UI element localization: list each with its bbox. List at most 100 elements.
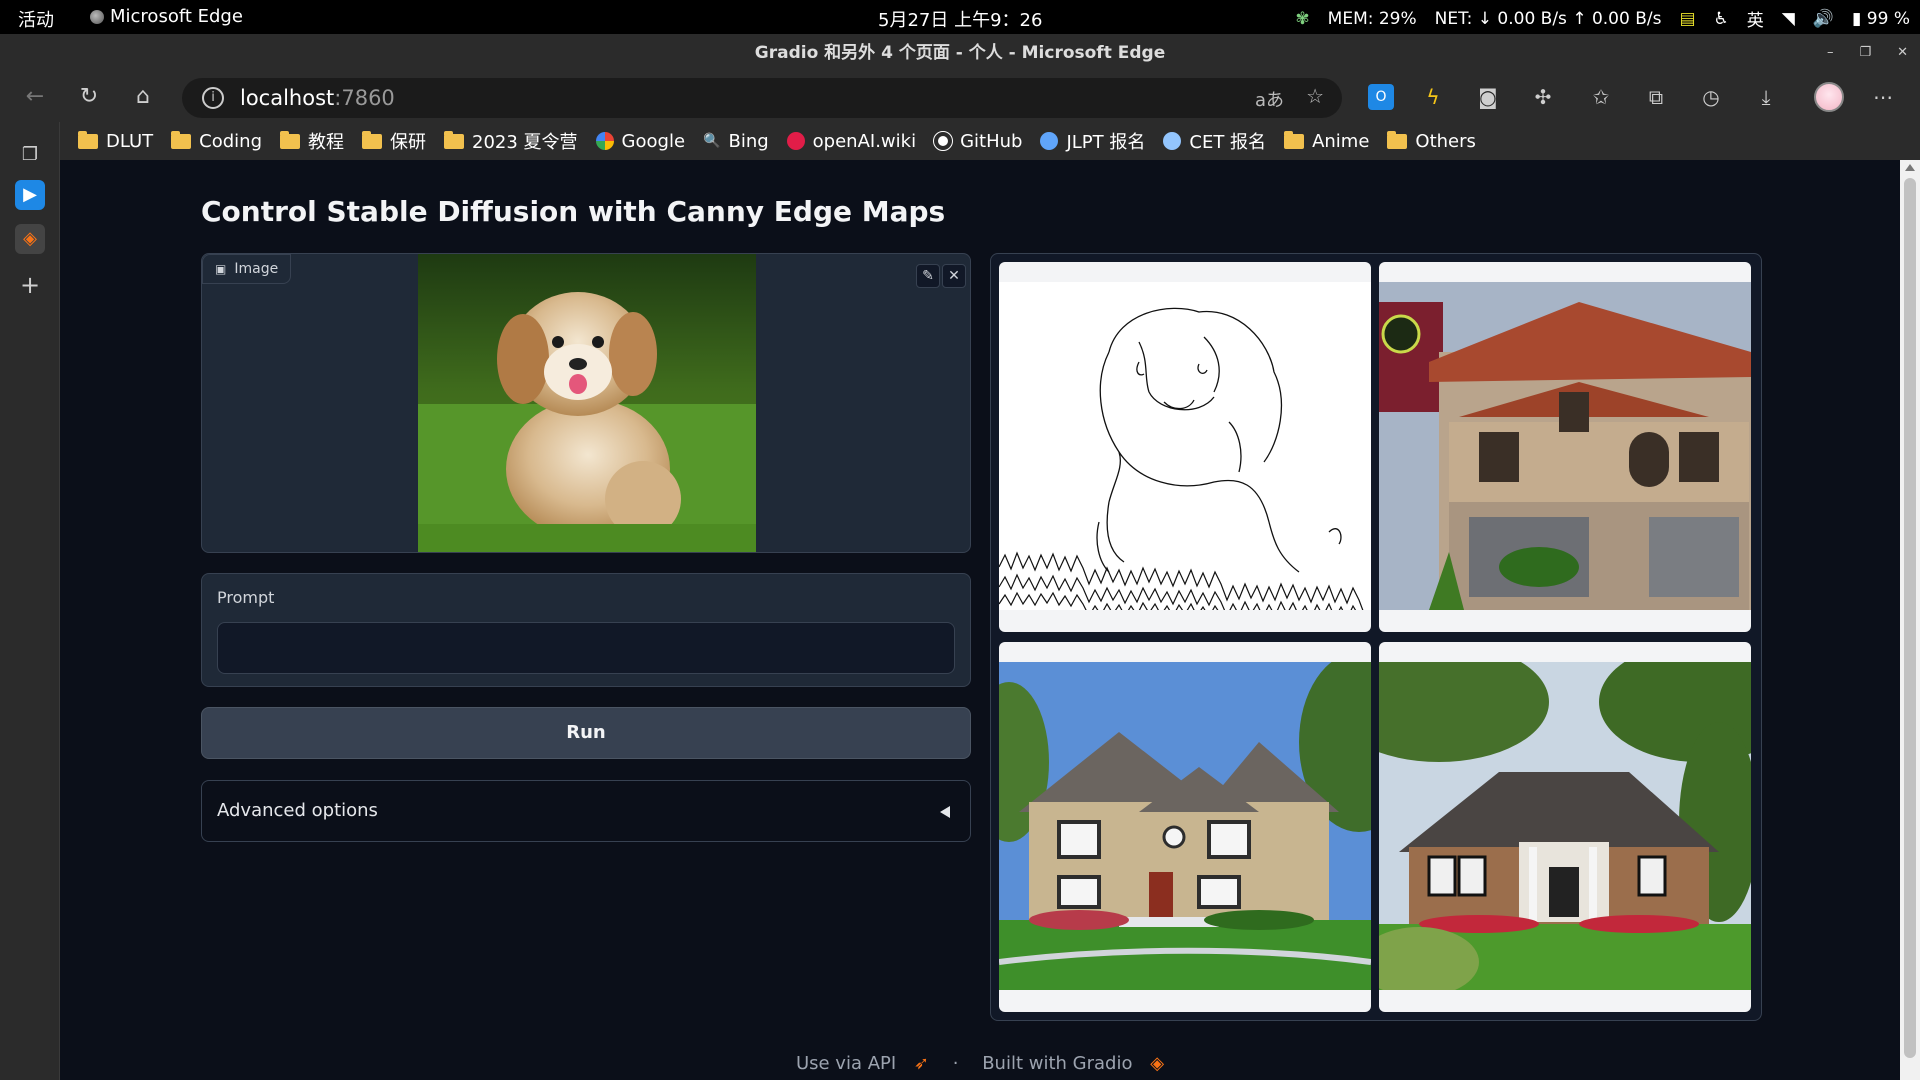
bookmark-label: CET 报名 xyxy=(1189,132,1267,153)
tray-app-icon[interactable]: ✾ xyxy=(1295,9,1309,29)
minimize-icon[interactable]: – xyxy=(1827,34,1834,72)
use-via-api-link[interactable]: Use via API ➶ xyxy=(790,1053,935,1074)
add-favorite-icon[interactable]: ☆ xyxy=(1306,84,1324,108)
folder-icon xyxy=(171,130,192,149)
os-top-bar: 活动 Microsoft Edge 5月27日 上午9：26 ✾ MEM: 29… xyxy=(0,0,1920,34)
extensions-icon[interactable]: ✣ xyxy=(1530,84,1556,110)
home-icon[interactable]: ⌂ xyxy=(128,82,158,112)
gradio-page: Control Stable Diffusion with Canny Edge… xyxy=(60,160,1900,1080)
bing-icon: 🔍 xyxy=(703,133,721,149)
gallery-item-stone-house[interactable] xyxy=(1379,262,1751,632)
bookmark-label: 保研 xyxy=(390,132,427,153)
read-aloud-icon[interactable]: aあ xyxy=(1255,86,1284,112)
brick-house-image xyxy=(1379,662,1751,990)
folder-icon xyxy=(78,130,98,149)
gradio-logo-icon: ◈ xyxy=(1150,1053,1165,1074)
url-text[interactable]: localhost:7860 xyxy=(240,86,395,110)
clear-image-icon[interactable]: ✕ xyxy=(942,264,966,288)
page-scrollbar[interactable] xyxy=(1900,160,1920,1080)
folder-icon xyxy=(1387,130,1408,149)
built-with-gradio-link[interactable]: Built with Gradio ◈ xyxy=(976,1053,1170,1074)
bookmark-label: 2023 夏令营 xyxy=(472,132,578,153)
run-button[interactable]: Run xyxy=(201,707,971,759)
bookmark-cet[interactable]: CET 报名 xyxy=(1163,122,1266,160)
bookmark-label: JLPT 报名 xyxy=(1066,132,1146,153)
bookmark-anime[interactable]: Anime xyxy=(1284,122,1369,160)
bookmark-openai-wiki[interactable]: openAI.wiki xyxy=(786,122,917,160)
image-input-panel[interactable]: ▣ Image ✎ ✕ xyxy=(201,253,971,553)
edit-icon[interactable]: ✎ xyxy=(916,264,940,288)
bookmark-label: DLUT xyxy=(106,130,154,152)
ime-indicator[interactable]: 英 xyxy=(1747,6,1764,31)
downloads-icon[interactable]: ⤓ xyxy=(1753,84,1779,110)
battery-indicator[interactable]: ▮ 99 % xyxy=(1852,9,1910,29)
close-window-icon[interactable]: ✕ xyxy=(1897,34,1908,72)
built-link-text: Built with Gradio xyxy=(982,1053,1133,1074)
profile-avatar[interactable] xyxy=(1814,82,1844,112)
rocket-icon: ➶ xyxy=(913,1053,929,1074)
edge-app-icon xyxy=(90,9,104,24)
notes-icon[interactable]: ▤ xyxy=(1679,9,1695,29)
gallery-item-edge-map[interactable] xyxy=(999,262,1371,632)
favorites-icon[interactable]: ✩ xyxy=(1588,84,1614,110)
extension-pikachu-icon[interactable]: ϟ xyxy=(1420,84,1446,110)
bookmark-label: openAI.wiki xyxy=(812,130,917,152)
volume-icon[interactable]: 🔊 xyxy=(1813,9,1834,29)
prompt-input[interactable] xyxy=(217,622,955,674)
outlook-icon[interactable]: O xyxy=(1368,84,1394,110)
more-menu-icon[interactable]: ⋯ xyxy=(1870,84,1896,110)
google-icon xyxy=(595,132,614,150)
bookmark-label: GitHub xyxy=(960,130,1023,152)
prompt-block: Prompt xyxy=(201,573,971,687)
beige-house-image xyxy=(999,662,1371,990)
output-gallery xyxy=(990,253,1762,1021)
url-host: localhost xyxy=(240,86,335,110)
collapse-caret-icon[interactable] xyxy=(940,806,950,818)
wifi-icon[interactable]: ◥ xyxy=(1782,9,1795,29)
bookmark-coding[interactable]: Coding xyxy=(171,122,262,160)
github-icon xyxy=(933,131,954,151)
gallery-item-brick-house[interactable] xyxy=(1379,642,1751,1012)
bookmark-jlpt[interactable]: JLPT 报名 xyxy=(1040,122,1145,160)
bookmark-tutorial[interactable]: 教程 xyxy=(280,122,344,160)
collections-icon[interactable]: ⧉ xyxy=(1643,84,1669,110)
battery-level: 99 % xyxy=(1866,8,1910,29)
extension-glasses-icon[interactable]: ◙ xyxy=(1475,84,1501,110)
accessibility-icon[interactable]: ♿ xyxy=(1714,9,1729,29)
app-menu[interactable]: Microsoft Edge xyxy=(90,6,243,27)
tab-video-icon[interactable]: ▶ xyxy=(15,180,45,210)
advanced-options-accordion[interactable]: Advanced options xyxy=(201,780,971,842)
api-link-text: Use via API xyxy=(795,1053,897,1074)
maximize-icon[interactable]: ❐ xyxy=(1859,34,1871,72)
stone-house-image xyxy=(1379,282,1751,610)
bookmark-github[interactable]: GitHub xyxy=(933,122,1023,160)
bookmark-label: Bing xyxy=(728,130,769,152)
folder-icon xyxy=(280,130,301,149)
tab-gradio-icon[interactable]: ◈ xyxy=(15,224,45,254)
history-icon[interactable]: ◷ xyxy=(1698,84,1724,110)
refresh-icon[interactable]: ↻ xyxy=(74,82,104,112)
bookmark-summer-camp[interactable]: 2023 夏令营 xyxy=(444,122,578,160)
address-bar[interactable]: i localhost:7860 aあ ☆ xyxy=(182,78,1342,118)
new-tab-icon[interactable]: + xyxy=(15,270,45,300)
activities-button[interactable]: 活动 xyxy=(18,6,54,32)
browser-toolbar: ← ↻ ⌂ i localhost:7860 aあ ☆ O ϟ ◙ ✣ ✩ ⧉ … xyxy=(0,72,1920,122)
site-info-icon[interactable]: i xyxy=(202,87,224,109)
gallery-item-beige-house[interactable] xyxy=(999,642,1371,1012)
advanced-options-label: Advanced options xyxy=(217,800,378,821)
scroll-thumb[interactable] xyxy=(1904,178,1916,1058)
bookmark-bing[interactable]: 🔍 Bing xyxy=(703,122,769,160)
bookmark-others[interactable]: Others xyxy=(1387,122,1476,160)
bookmark-dlut[interactable]: DLUT xyxy=(78,122,153,160)
back-icon[interactable]: ← xyxy=(20,82,50,112)
folder-icon xyxy=(444,130,465,149)
tab-actions-icon[interactable]: ❐ xyxy=(15,140,45,170)
clock[interactable]: 5月27日 上午9：26 xyxy=(878,6,1042,32)
bookmark-baoyan[interactable]: 保研 xyxy=(362,122,426,160)
scroll-up-icon[interactable] xyxy=(1905,164,1915,171)
bookmark-label: Coding xyxy=(199,130,263,152)
bookmark-label: Google xyxy=(621,130,686,152)
bookmark-google[interactable]: Google xyxy=(595,122,686,160)
net-indicator: NET: ↓ 0.00 B/s ↑ 0.00 B/s xyxy=(1434,8,1662,29)
cet-icon xyxy=(1163,132,1182,150)
